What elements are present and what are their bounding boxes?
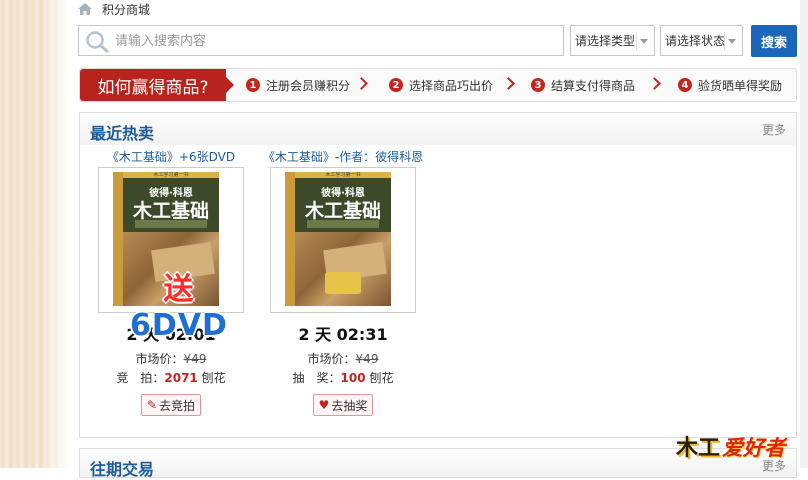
panel-header: 最近热卖 更多 [80,113,796,145]
panel-title: 最近热卖 [90,124,155,143]
search-input[interactable] [113,28,557,55]
bid-unit: 刨花 [201,371,226,385]
more-link[interactable]: 更多 [762,121,786,138]
cover-subtitle [307,220,379,228]
how-to-win-title: 如何赢得商品? [80,69,226,101]
chevron-right-icon [355,77,368,90]
promo-red: 送 [163,272,195,307]
chevron-down-icon [728,39,736,44]
lottery-label: 抽 奖： [292,371,341,385]
dvd-promo: 送6DVD [115,264,243,343]
market-price: 市场价：¥49 [86,351,256,367]
cover-title: 木工基础 [304,200,381,222]
type-select-divider [636,32,637,50]
status-select-label: 请选择状态 [665,34,726,48]
product-title-link[interactable]: 《木工基础》+6张DVD [86,149,256,165]
lottery-value: 100 [340,371,366,385]
product-card: 《木工基础》-作者：彼得科恩 木工学习第一书 彼得·科恩 木工基础 2 天 02… [258,149,428,416]
cover-band: 木工学习第一书 [123,172,219,178]
heart-icon: ♥ [318,398,330,412]
cover-subtitle [135,220,207,228]
lottery-info: 抽 奖：100 刨花 [258,370,428,386]
step-number: 2 [389,78,403,92]
status-select[interactable]: 请选择状态 [660,25,743,56]
step-label: 结算支付得商品 [551,78,636,93]
product-image[interactable]: 木工学习第一书 彼得·科恩 木工基础 [270,167,416,313]
cover-title: 木工基础 [132,200,209,222]
step-2: 2 选择商品巧出价 [389,69,493,101]
step-4: 4 验货晒单得奖励 [678,69,782,101]
title-arrow [226,77,234,93]
action-label: 去抽奖 [331,398,368,413]
status-select-divider [724,32,725,50]
panel-title: 往期交易 [90,460,155,479]
search-button[interactable]: 搜索 [751,25,797,57]
step-number: 4 [678,78,692,92]
scrollbar[interactable] [800,0,808,468]
breadcrumb: 积分商城 [78,0,150,18]
breadcrumb-current[interactable]: 积分商城 [102,1,150,18]
cover-badge [325,272,361,294]
product-card: 《木工基础》+6张DVD 木工学习第一书 彼得·科恩 木工基础 送6DVD 2 … [86,149,256,416]
search-icon [86,31,109,54]
product-image[interactable]: 木工学习第一书 彼得·科恩 木工基础 送6DVD [98,167,244,343]
how-to-win-bar: 如何赢得商品? 1 注册会员赚积分 2 选择商品巧出价 3 结算支付得商品 4 … [79,68,797,102]
cover-band: 木工学习第一书 [295,172,391,178]
product-title-link[interactable]: 《木工基础》-作者：彼得科恩 [258,149,428,165]
market-price-label: 市场价： [135,352,184,366]
logo-text-part1: 木工 [676,436,721,461]
countdown: 2 天 02:31 [298,325,388,344]
type-select[interactable]: 请选择类型 [570,25,655,56]
wood-fade [40,0,70,468]
step-number: 3 [531,78,545,92]
step-label: 选择商品巧出价 [409,78,494,93]
promo-blue: 6DVD [130,308,228,343]
go-auction-button[interactable]: ✎ 去竞拍 [140,394,202,416]
market-price-value: ¥49 [355,352,379,366]
market-price-value: ¥49 [183,352,207,366]
hammer-icon: ✎ [146,398,158,412]
book-spine [285,172,295,306]
search-box [78,25,564,56]
bid-info: 竞 拍：2071 刨花 [86,370,256,386]
step-1: 1 注册会员赚积分 [246,69,350,101]
step-label: 验货晒单得奖励 [698,78,783,93]
recent-hot-panel: 最近热卖 更多 《木工基础》+6张DVD 木工学习第一书 彼得·科恩 木工基础 … [79,112,797,438]
home-icon[interactable] [78,3,92,15]
step-number: 1 [246,78,260,92]
chevron-down-icon [640,39,648,44]
chevron-right-icon [648,77,661,90]
site-logo[interactable]: 木工 爱好者 [676,426,800,464]
chevron-right-icon [502,77,515,90]
step-3: 3 结算支付得商品 [531,69,635,101]
bid-value: 2071 [164,371,198,385]
bid-label: 竞 拍： [116,371,165,385]
step-label: 注册会员赚积分 [266,78,351,93]
market-price-label: 市场价： [307,352,356,366]
lottery-unit: 刨花 [369,371,394,385]
go-lottery-button[interactable]: ♥ 去抽奖 [312,394,374,416]
action-label: 去竞拍 [159,398,196,413]
type-select-label: 请选择类型 [575,34,636,48]
logo-text-part2: 爱好者 [722,436,785,460]
market-price: 市场价：¥49 [258,351,428,367]
